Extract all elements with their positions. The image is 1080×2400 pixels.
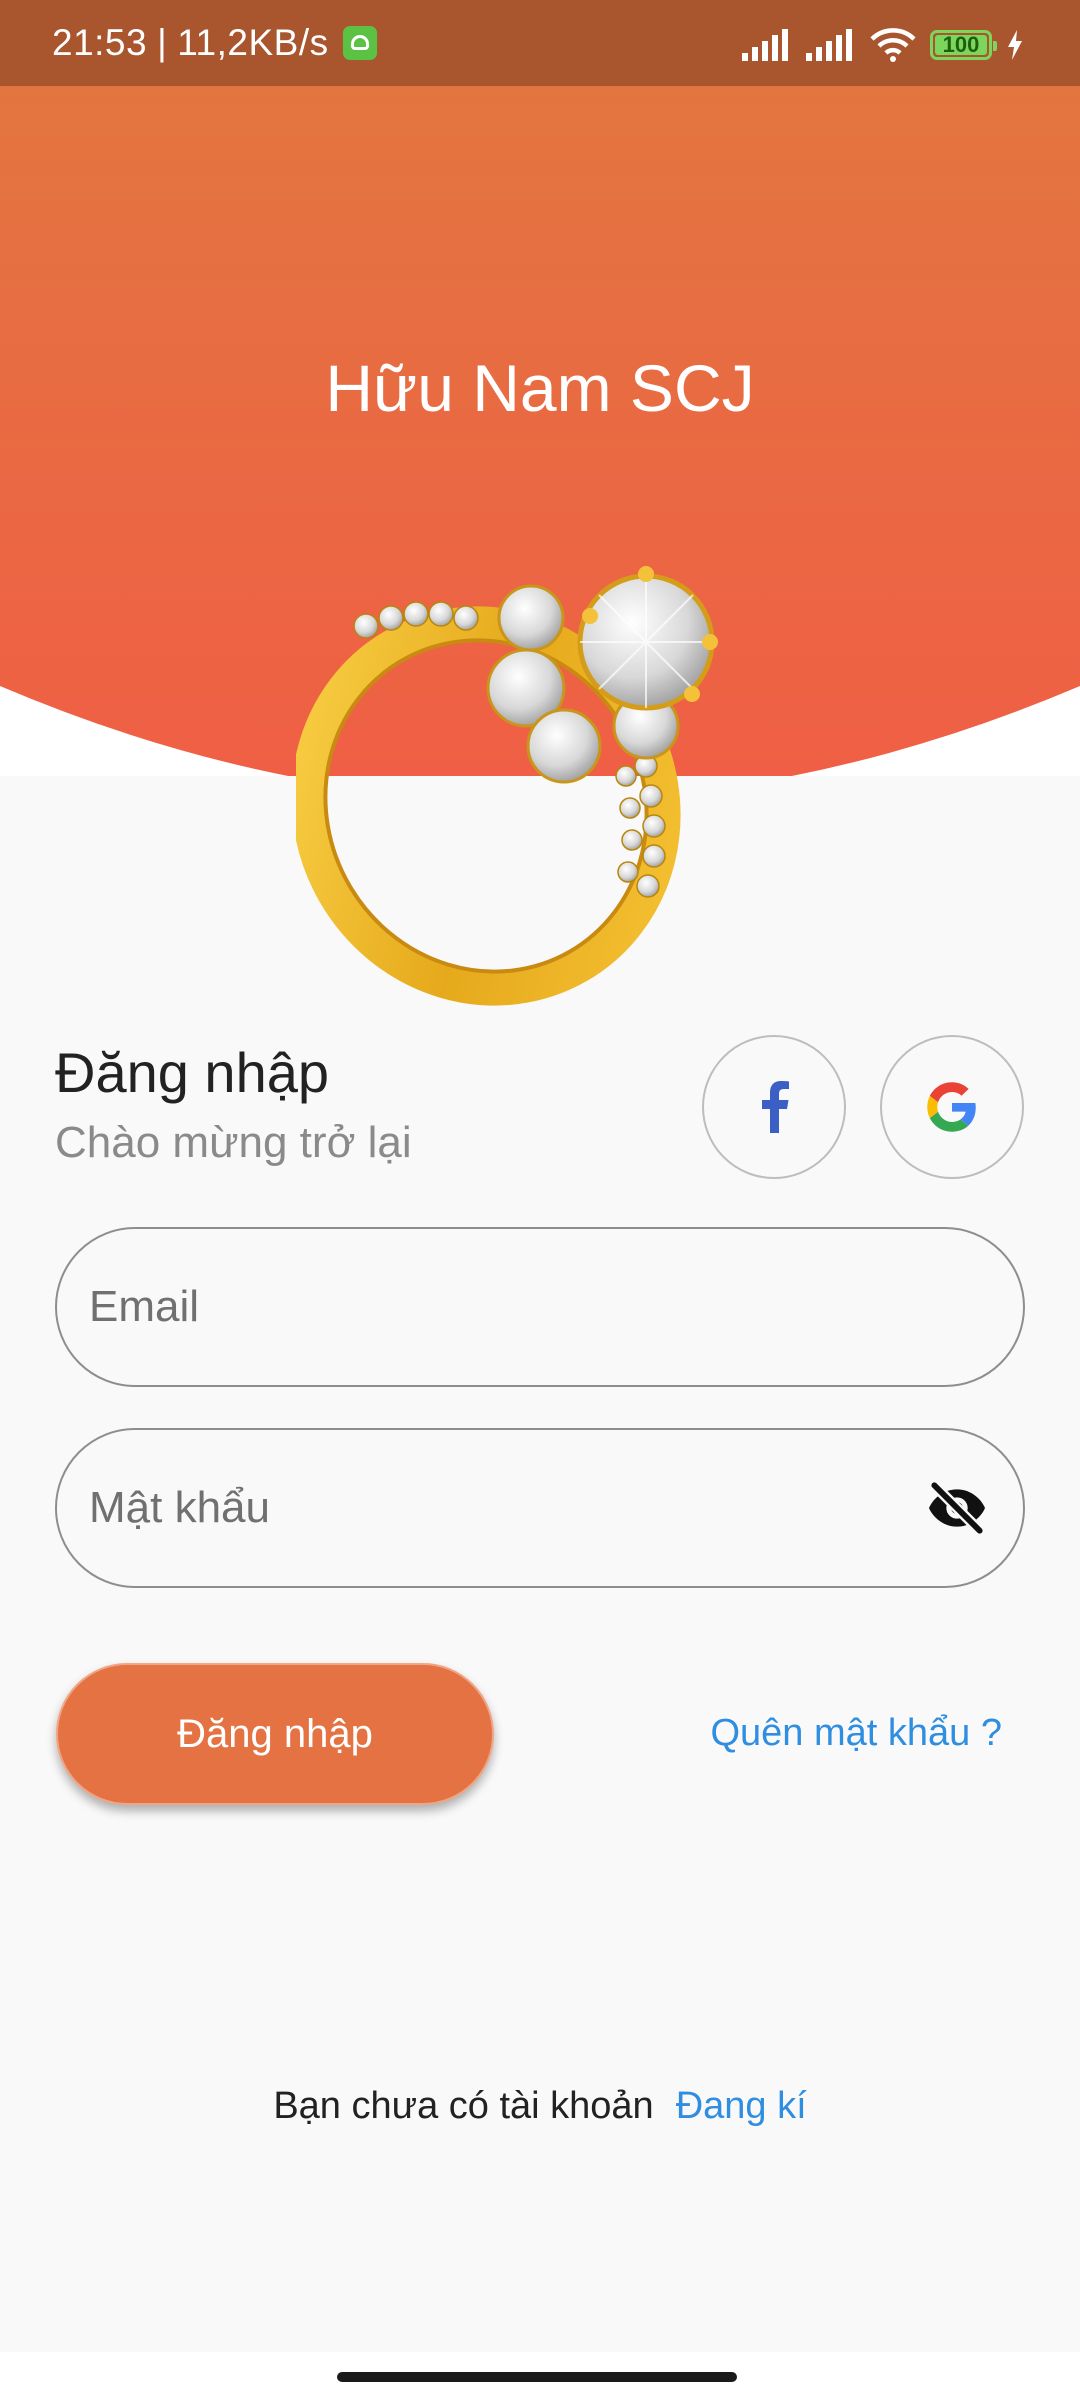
email-input[interactable]: [89, 1282, 889, 1332]
google-icon: [927, 1082, 976, 1132]
login-button[interactable]: Đăng nhập: [56, 1663, 494, 1805]
signup-row: Bạn chưa có tài khoản Đang kí: [0, 2085, 1080, 2128]
facebook-login-button[interactable]: [702, 1035, 846, 1179]
facebook-icon: [762, 1081, 789, 1133]
forgot-password-link[interactable]: Quên mật khẩu ?: [710, 1712, 1002, 1755]
notification-app-icon: [342, 26, 377, 60]
signup-prompt: Bạn chưa có tài khoản: [273, 2085, 654, 2127]
signup-link[interactable]: Đang kí: [676, 2085, 807, 2127]
home-indicator[interactable]: [337, 2372, 737, 2382]
password-input[interactable]: [89, 1483, 889, 1533]
ring-image: [296, 566, 718, 1006]
email-field[interactable]: [55, 1227, 1025, 1387]
login-title: Đăng nhập: [55, 1041, 330, 1104]
charging-icon: [1008, 30, 1022, 60]
app-title: Hữu Nam SCJ: [325, 351, 755, 425]
status-left: 21:53 | 11,2KB/s: [52, 20, 377, 66]
signal-icon: [806, 29, 852, 61]
status-bar: 21:53 | 11,2KB/s 100: [0, 0, 1080, 86]
status-right: 100: [742, 28, 1024, 62]
status-separator: |: [157, 22, 168, 63]
status-net-speed: 11,2KB/s: [177, 22, 329, 63]
battery-icon: 100: [930, 30, 997, 60]
battery-level: 100: [942, 32, 980, 57]
status-time: 21:53: [52, 22, 148, 63]
wifi-icon: [870, 28, 916, 62]
google-login-button[interactable]: [880, 1035, 1024, 1179]
password-field[interactable]: [55, 1428, 1025, 1588]
signal-icon: [742, 29, 788, 61]
eye-off-icon[interactable]: [925, 1476, 989, 1540]
login-subtitle: Chào mừng trở lại: [55, 1118, 412, 1167]
